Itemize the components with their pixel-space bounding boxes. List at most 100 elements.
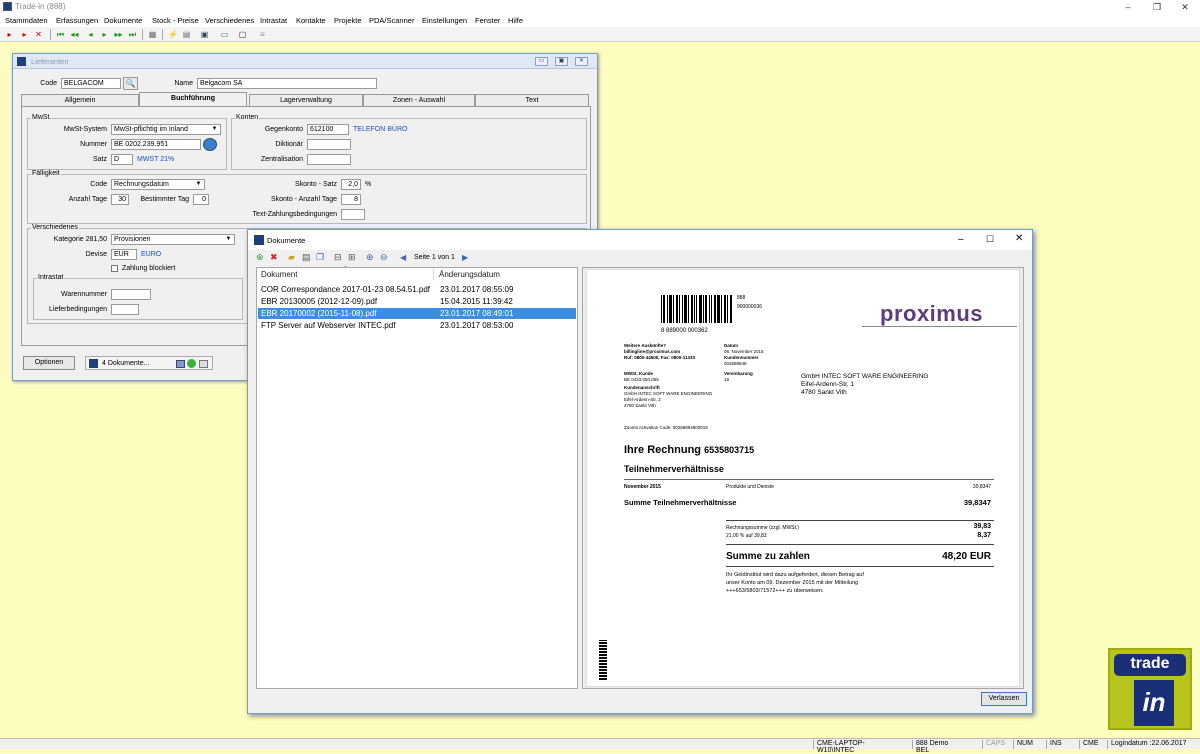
anzahl-tage-input[interactable]: 30 (111, 194, 129, 205)
column-aenderungsdatum[interactable]: Änderungsdatum (439, 270, 500, 279)
minimize-icon[interactable]: – (958, 234, 964, 245)
nummer-label: Nummer (80, 141, 107, 148)
name-input[interactable]: Belgacom SA (197, 78, 377, 89)
minimize-icon[interactable]: – (1113, 0, 1143, 14)
menu-erfassungen[interactable]: Erfassungen (56, 16, 98, 25)
optionen-button[interactable]: Optionen (23, 356, 75, 370)
next-page-icon[interactable]: ▸▸ (114, 30, 123, 39)
tab-zonen-auswahl[interactable]: Zonen - Auswahl (363, 94, 475, 106)
verlassen-button[interactable]: Verlassen (981, 692, 1027, 706)
close-icon[interactable]: ✕ (1015, 233, 1023, 244)
chevron-down-icon: ▼ (225, 236, 232, 242)
folder-open-icon[interactable]: ▰ (288, 253, 295, 262)
devise-input[interactable]: EUR (111, 249, 137, 260)
edit-record-icon[interactable]: ▸ (20, 30, 29, 39)
delete-icon[interactable]: ✖ (270, 253, 278, 262)
menu-projekte[interactable]: Projekte (334, 16, 362, 25)
zentralisation-label: Zentralisation (260, 156, 303, 163)
skonto-percent-label: % (365, 181, 372, 188)
menu-verschiedenes[interactable]: Verschiedenes (205, 16, 254, 25)
dokumente-bar[interactable]: 4 Dokumente... (85, 356, 213, 370)
menu-stammdaten[interactable]: Stammdaten (5, 16, 48, 25)
nummer-input[interactable]: BE 0202.239.951 (111, 139, 201, 150)
restore-icon[interactable]: ▣ (555, 57, 568, 66)
kategorie-select[interactable]: Provisionen ▼ (111, 234, 235, 245)
fit-page-icon[interactable]: ⊞ (348, 253, 356, 262)
add-icon[interactable]: ⊕ (256, 253, 264, 262)
next-record-icon[interactable]: ▸ (100, 30, 109, 39)
file-row[interactable]: COR Correspondance 2017-01-23 08.54.51.p… (258, 284, 576, 295)
prev-page-icon[interactable]: ◀ (400, 253, 406, 262)
zoom-out-icon[interactable]: ⊖ (380, 253, 388, 262)
devise-label: Devise (85, 251, 107, 258)
menu-lines-icon[interactable]: ≡ (258, 30, 267, 39)
close-icon[interactable]: ✕ (1170, 0, 1200, 14)
file-row[interactable]: FTP Server auf Webserver INTEC.pdf 23.01.… (258, 320, 576, 331)
add-icon[interactable] (187, 359, 196, 368)
minimize-icon[interactable]: ▭ (535, 57, 548, 66)
menu-intrastat[interactable]: Intrastat (260, 16, 287, 25)
menu-stock-preise[interactable]: Stock - Preise (152, 16, 199, 25)
text-zahlung-input[interactable] (341, 209, 365, 220)
maximize-icon[interactable]: ☐ (986, 234, 994, 245)
first-record-icon[interactable]: ⏮ (56, 30, 65, 39)
menu-fenster[interactable]: Fenster (475, 16, 500, 25)
tab-buchfuehrung[interactable]: Buchführung (139, 92, 247, 106)
calculator-icon[interactable]: ▦ (148, 30, 157, 39)
zahlung-blockiert-checkbox[interactable] (111, 265, 118, 272)
tab-text[interactable]: Text (475, 94, 589, 106)
prev-record-icon[interactable]: ◂ (86, 30, 95, 39)
menu-einstellungen[interactable]: Einstellungen (422, 16, 467, 25)
next-page-icon[interactable]: ▶ (462, 253, 468, 262)
monitor-icon[interactable]: ▭ (220, 30, 229, 39)
skonto-tage-input[interactable]: 8 (341, 194, 361, 205)
tab-allgemein[interactable]: Allgemein (21, 94, 139, 106)
lightning-icon[interactable]: ⚡ (168, 30, 178, 39)
fit-width-icon[interactable]: ⊟ (334, 253, 342, 262)
menu-dokumente[interactable]: Dokumente (104, 16, 142, 25)
list-icon[interactable] (176, 360, 185, 368)
zoom-in-icon[interactable]: ⊕ (366, 253, 374, 262)
mwst-system-select[interactable]: MwSt-pflichtig im Inland ▼ (111, 124, 221, 135)
bestimmter-tag-input[interactable]: 0 (193, 194, 209, 205)
address-line: Eifel-Ardenn-Str, 1 (801, 381, 855, 388)
copy-icon[interactable]: ❐ (316, 253, 324, 262)
satz-input[interactable]: D (111, 154, 133, 165)
prev-page-icon[interactable]: ◂◂ (70, 30, 79, 39)
lieferbedingungen-input[interactable] (111, 304, 139, 315)
logo-text: trade (1114, 654, 1186, 676)
restore-icon[interactable]: ❐ (1142, 0, 1172, 14)
scan-icon[interactable] (199, 360, 208, 368)
delete-record-icon[interactable]: ✕ (34, 30, 43, 39)
new-record-icon[interactable]: ▸ (5, 30, 14, 39)
zentralisation-input[interactable] (307, 154, 351, 165)
gegenkonto-input[interactable]: 612100 (307, 124, 349, 135)
faellig-code-select[interactable]: Rechnungsdatum ▼ (111, 179, 205, 190)
tab-lagerverwaltung[interactable]: Lagerverwaltung (249, 94, 363, 106)
close-icon[interactable]: ✕ (575, 57, 588, 66)
skonto-satz-input[interactable]: 2,0 (341, 179, 361, 190)
warennummer-input[interactable] (111, 289, 151, 300)
diktionaer-input[interactable] (307, 139, 351, 150)
datum-label: Datum (724, 343, 739, 348)
file-row-selected[interactable]: EBR 20170002 (2015-11-08).pdf 23.01.2017 … (258, 308, 576, 319)
menu-kontakte[interactable]: Kontakte (296, 16, 326, 25)
intrastat-group-title: Intrastat (37, 274, 65, 281)
menu-pda-scanner[interactable]: PDA/Scanner (369, 16, 414, 25)
document-icon[interactable]: ▢ (238, 30, 247, 39)
column-dokument[interactable]: Dokument (261, 270, 297, 279)
document-preview[interactable]: 8 889000 000362 888 900000036 proximus W… (582, 267, 1024, 689)
search-list-icon[interactable]: ▤ (182, 30, 191, 39)
menu-hilfe[interactable]: Hilfe (508, 16, 523, 25)
faelligkeit-group-title: Fälligkeit (31, 170, 61, 177)
code-input[interactable]: BELGACOM (61, 78, 121, 89)
satz-description: MWST 21% (137, 156, 175, 163)
globe-icon[interactable] (203, 138, 217, 151)
window-icon[interactable]: ▣ (200, 30, 209, 39)
print-icon[interactable]: ▤ (302, 253, 311, 262)
verschiedenes-group-title: Verschiedenes (31, 224, 79, 231)
search-icon[interactable]: 🔍 (123, 77, 138, 90)
last-record-icon[interactable]: ⏭ (128, 30, 137, 39)
mwst-system-value: MwSt-pflichtig im Inland (114, 126, 188, 133)
file-row[interactable]: EBR 20130005 (2012-12-09).pdf 15.04.2015 … (258, 296, 576, 307)
